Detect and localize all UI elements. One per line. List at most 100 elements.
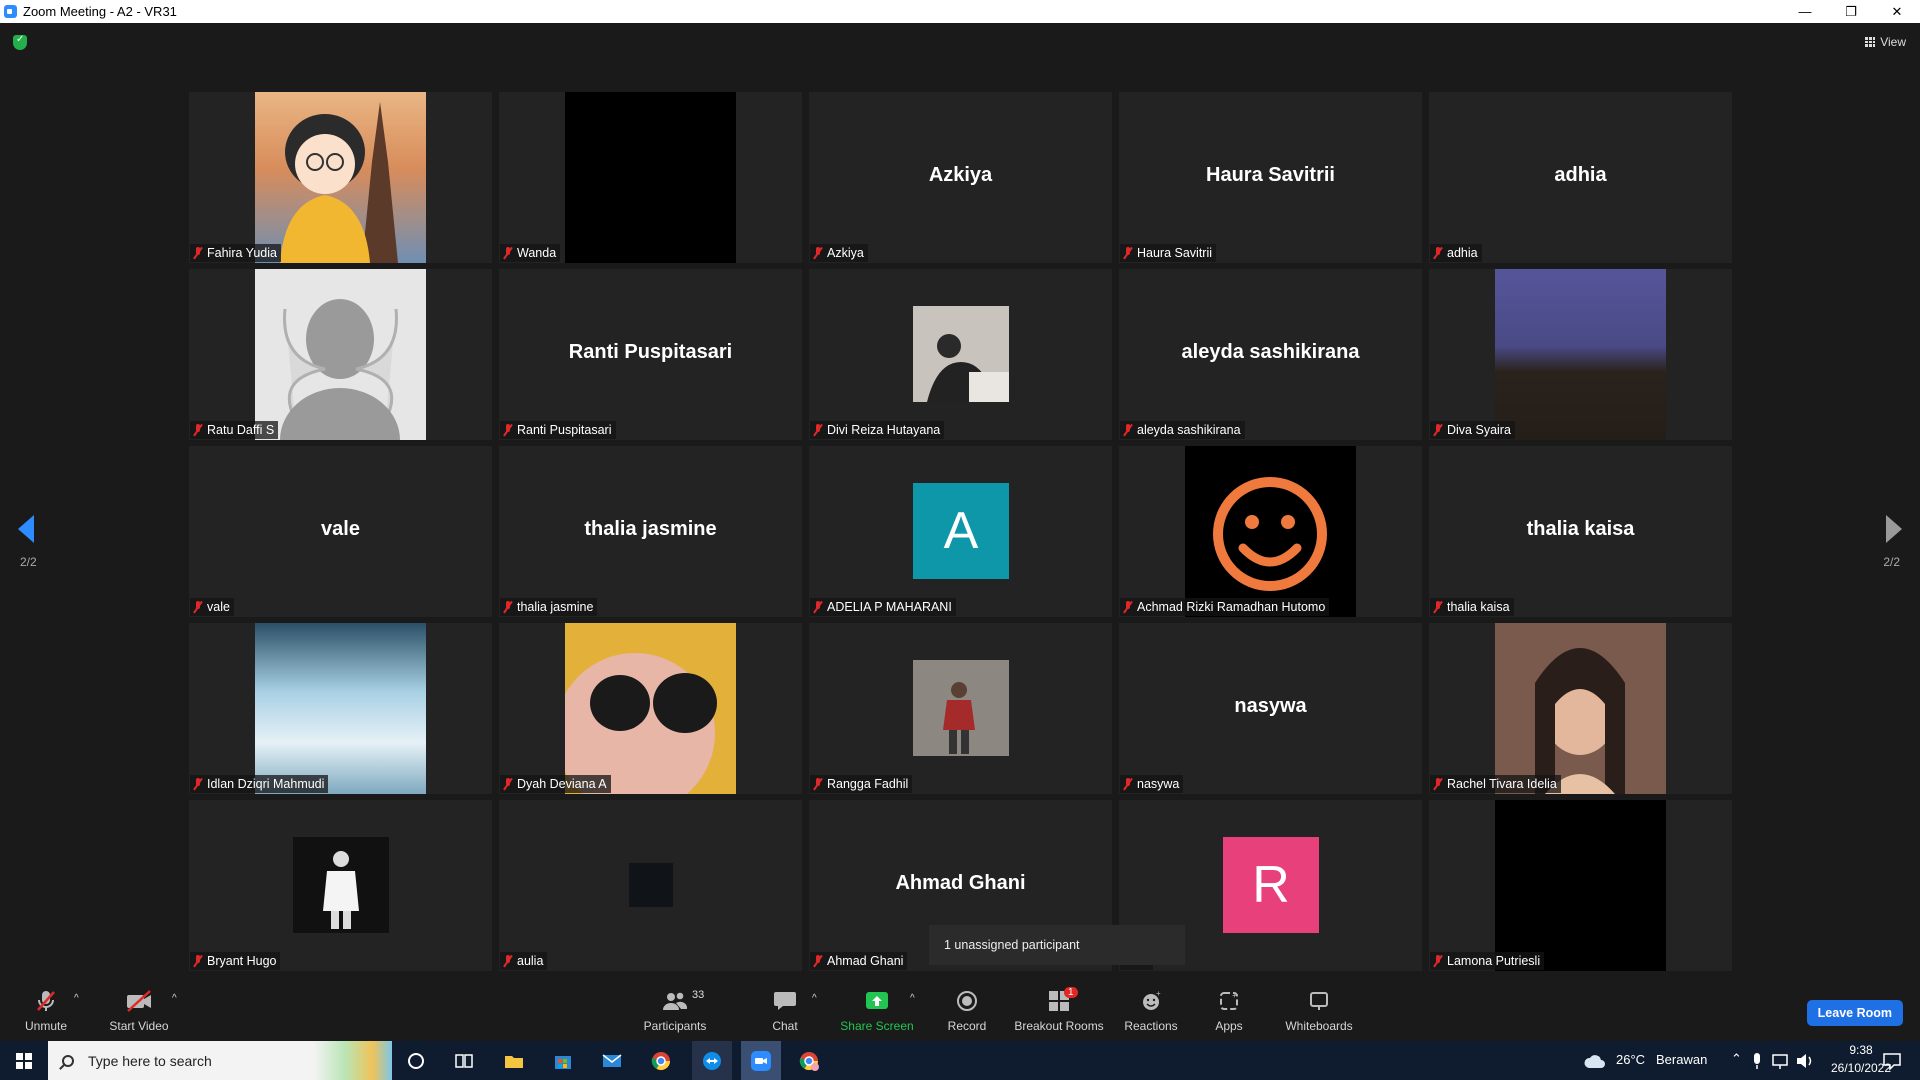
share-options-caret-icon[interactable]: ^ <box>910 993 915 1004</box>
participant-tile[interactable]: Ratu Daffi S <box>189 269 492 440</box>
participant-tile[interactable]: Fahira Yudia <box>189 92 492 263</box>
chat-button[interactable]: Chat <box>765 989 805 1033</box>
muted-mic-icon <box>193 247 203 259</box>
next-page-arrow-icon[interactable] <box>1886 515 1902 543</box>
chat-options-caret-icon[interactable]: ^ <box>812 993 817 1004</box>
share-screen-button[interactable]: Share Screen <box>840 989 914 1033</box>
reactions-button[interactable]: + Reactions <box>1123 989 1179 1033</box>
participant-name-tag: aulia <box>500 952 548 970</box>
participant-tile[interactable]: thalia kaisa thalia kaisa <box>1429 446 1732 617</box>
participant-name: Haura Savitrii <box>1137 246 1213 260</box>
participant-tile[interactable]: Divi Reiza Hutayana <box>809 269 1112 440</box>
muted-mic-icon <box>1433 601 1443 613</box>
participant-tile[interactable]: Achmad Rizki Ramadhan Hutomo <box>1119 446 1422 617</box>
participant-name-tag: Dyah Deviana A <box>500 775 611 793</box>
participant-name: Ahmad Ghani <box>827 954 904 968</box>
close-button[interactable]: ✕ <box>1874 0 1920 23</box>
whiteboards-button[interactable]: Whiteboards <box>1284 989 1354 1033</box>
muted-mic-icon <box>193 601 203 613</box>
taskbar-search-box[interactable]: Type here to search <box>48 1041 392 1080</box>
participant-tile[interactable]: nasywa nasywa <box>1119 623 1422 794</box>
network-icon[interactable] <box>1770 1050 1792 1072</box>
participant-tile[interactable]: A ADELIA P MAHARANI <box>809 446 1112 617</box>
participant-tile[interactable]: adhia adhia <box>1429 92 1732 263</box>
participant-name-tag: nasywa <box>1120 775 1184 793</box>
mail-icon[interactable] <box>601 1050 623 1072</box>
microsoft-store-icon[interactable] <box>552 1050 574 1072</box>
title-bar: Zoom Meeting - A2 - VR31 — ❐ ✕ <box>0 0 1920 23</box>
participant-display-name: Haura Savitrii <box>1206 164 1335 186</box>
participant-display-name: Ranti Puspitasari <box>568 341 733 363</box>
participant-tile[interactable]: Haura Savitrii Haura Savitrii <box>1119 92 1422 263</box>
participant-name-tag: Fahira Yudia <box>190 244 281 262</box>
video-options-caret-icon[interactable]: ^ <box>172 993 177 1004</box>
popover-text: 1 unassigned participant <box>944 938 1080 952</box>
participant-name-tag: Ranti Puspitasari <box>500 421 616 439</box>
previous-page-arrow-icon[interactable] <box>18 515 34 543</box>
participant-tile[interactable]: Wanda <box>499 92 802 263</box>
unmute-button[interactable]: Unmute <box>22 989 70 1033</box>
page-indicator-left: 2/2 <box>20 555 37 569</box>
participant-name: Azkiya <box>827 246 864 260</box>
avatar-butterfly-wings <box>255 269 426 440</box>
svg-text:+: + <box>1156 990 1161 998</box>
participant-name: Achmad Rizki Ramadhan Hutomo <box>1137 600 1326 614</box>
windows-taskbar: Type here to search 26°C Berawan ⌃ 9:38 … <box>0 1041 1920 1080</box>
participant-tile[interactable]: thalia jasmine thalia jasmine <box>499 446 802 617</box>
participant-tile[interactable]: Diva Syaira <box>1429 269 1732 440</box>
apps-button[interactable]: + Apps <box>1213 989 1245 1033</box>
search-highlight-illustration <box>314 1041 392 1080</box>
smiley-face-icon <box>1213 477 1327 591</box>
participant-tile[interactable]: aulia <box>499 800 802 971</box>
encryption-shield-icon[interactable] <box>13 34 27 50</box>
grid-view-icon <box>1865 37 1876 47</box>
participant-tile[interactable]: Idlan Dziqri Mahmudi <box>189 623 492 794</box>
search-placeholder: Type here to search <box>88 1052 212 1069</box>
start-video-button[interactable]: Start Video <box>108 989 170 1033</box>
volume-icon[interactable] <box>1794 1050 1816 1072</box>
windows-start-icon[interactable] <box>16 1053 32 1069</box>
participant-name-tag: adhia <box>1430 244 1482 262</box>
leave-room-button[interactable]: Leave Room <box>1806 1000 1903 1026</box>
whiteboards-label: Whiteboards <box>1285 1019 1353 1033</box>
participant-tile[interactable]: Ranti Puspitasari Ranti Puspitasari <box>499 269 802 440</box>
participant-tile[interactable]: vale vale <box>189 446 492 617</box>
muted-mic-icon <box>1433 955 1443 967</box>
participant-name: Ranti Puspitasari <box>517 423 612 437</box>
muted-mic-icon <box>813 424 823 436</box>
cortana-icon[interactable] <box>405 1050 427 1072</box>
notification-center-icon[interactable] <box>1881 1050 1903 1072</box>
participant-name-tag: aleyda sashikirana <box>1120 421 1245 439</box>
weather-cloud-icon[interactable] <box>1582 1050 1608 1072</box>
participant-tile[interactable]: Lamona Putriesli <box>1429 800 1732 971</box>
teamviewer-taskbar-item[interactable] <box>692 1041 732 1080</box>
task-view-icon[interactable] <box>453 1050 475 1072</box>
black-video <box>1495 800 1666 971</box>
participant-display-name: Ahmad Ghani <box>895 872 1026 894</box>
minimize-button[interactable]: — <box>1782 0 1828 23</box>
record-button[interactable]: Record <box>944 989 990 1033</box>
restore-button[interactable]: ❐ <box>1828 0 1874 23</box>
chrome-profile-icon[interactable] <box>798 1050 820 1072</box>
view-button[interactable]: View <box>1865 35 1906 49</box>
audio-options-caret-icon[interactable]: ^ <box>74 993 79 1004</box>
zoom-taskbar-item[interactable] <box>741 1041 781 1080</box>
participant-tile[interactable]: Rachel Tivara Idelia <box>1429 623 1732 794</box>
chrome-icon[interactable] <box>650 1050 672 1072</box>
participants-button[interactable]: 33 Participants <box>640 989 710 1033</box>
participant-tile[interactable]: Dyah Deviana A <box>499 623 802 794</box>
participant-tile[interactable]: Bryant Hugo <box>189 800 492 971</box>
unassigned-participant-popover[interactable]: 1 unassigned participant <box>929 925 1185 965</box>
participant-tile[interactable]: aleyda sashikirana aleyda sashikirana <box>1119 269 1422 440</box>
hidden-icons-chevron-icon[interactable]: ⌃ <box>1731 1051 1742 1067</box>
participant-display-name: nasywa <box>1234 695 1307 717</box>
microphone-tray-icon[interactable] <box>1750 1050 1764 1072</box>
participant-display-name: thalia jasmine <box>584 518 717 540</box>
participant-tile[interactable]: Azkiya Azkiya <box>809 92 1112 263</box>
file-explorer-icon[interactable] <box>503 1050 525 1072</box>
participant-tile[interactable]: Rangga Fadhil <box>809 623 1112 794</box>
breakout-rooms-button[interactable]: 1 Breakout Rooms <box>1013 987 1105 1033</box>
muted-mic-icon <box>813 955 823 967</box>
participant-name: aulia <box>517 954 544 968</box>
photo-tunnel <box>255 623 426 794</box>
